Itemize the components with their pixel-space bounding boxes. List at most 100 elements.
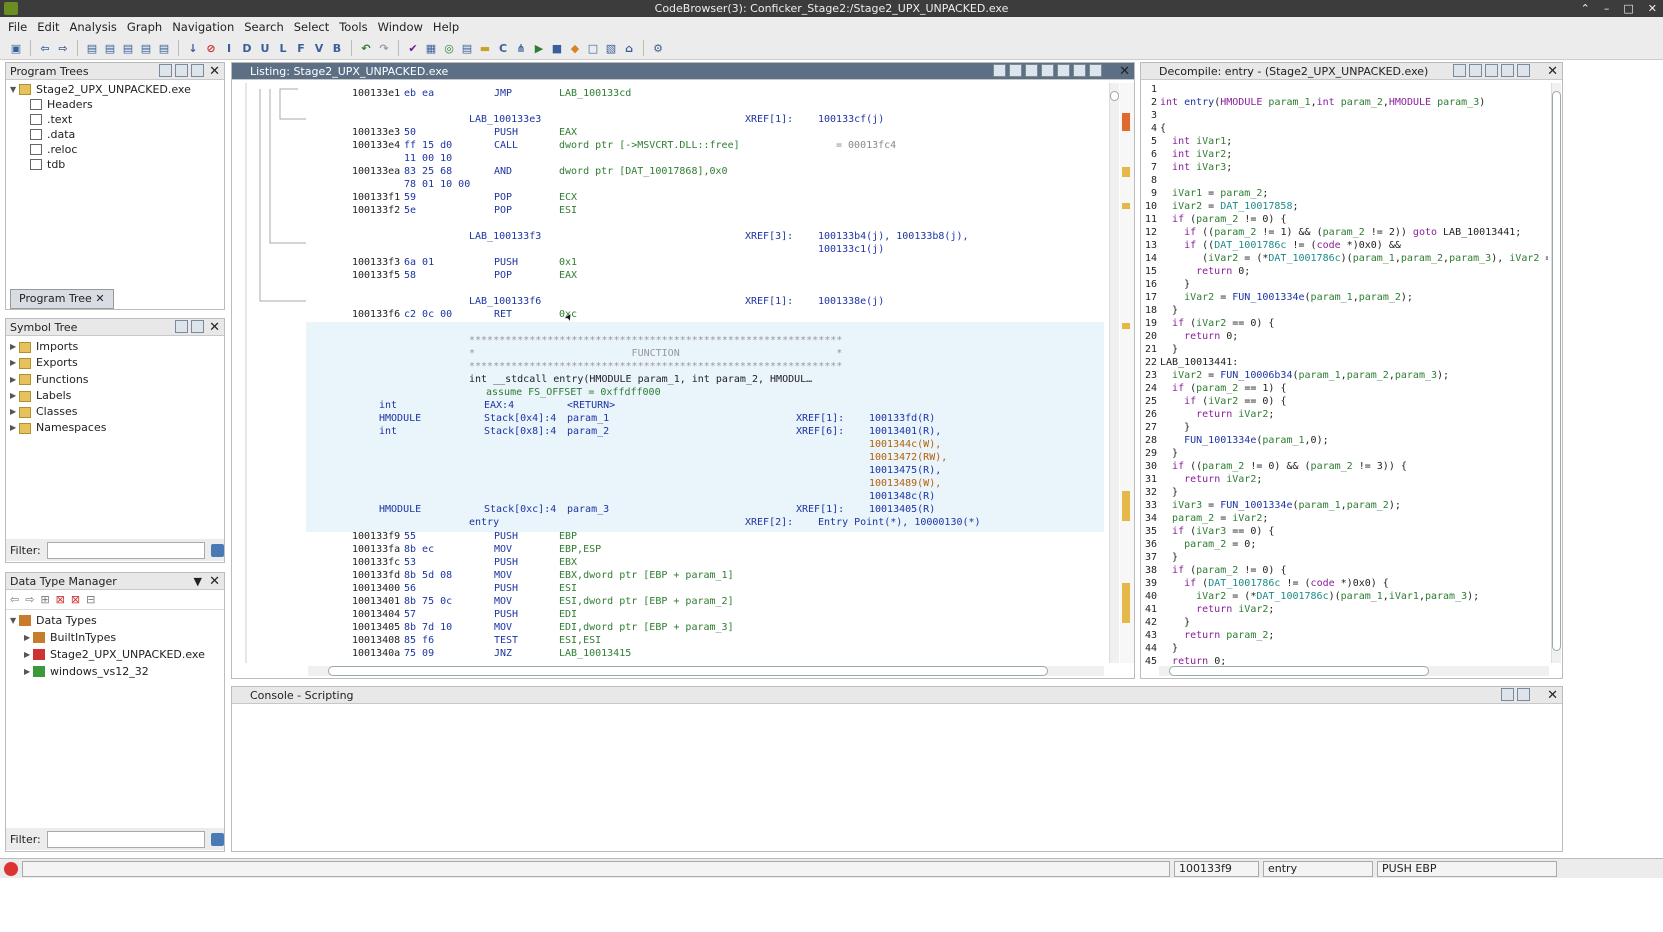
snapshot-icon[interactable] — [191, 320, 204, 333]
edit-fields-icon[interactable] — [1041, 64, 1054, 77]
decompiled-code-line[interactable]: } — [1160, 344, 1178, 355]
decompiled-code-line[interactable]: } — [1160, 448, 1178, 459]
decompiled-code-line[interactable]: param_2 = 0; — [1160, 539, 1256, 550]
snapshot-icon[interactable] — [1517, 64, 1530, 77]
tree-item-text[interactable]: .text — [10, 112, 220, 127]
decompiled-code-line[interactable]: iVar2 = FUN_10006b34(param_1,param_2,par… — [1160, 370, 1449, 381]
instruction-operand[interactable]: EBP,ESP — [559, 543, 601, 556]
menu-search[interactable]: Search — [244, 20, 284, 34]
close-icon[interactable]: ✕ — [209, 573, 220, 590]
folder-icon[interactable]: ▬ — [477, 40, 493, 56]
decompiled-code-line[interactable]: (iVar2 = (*DAT_1001786c)(param_1,param_2… — [1160, 253, 1548, 264]
scroll-up-icon[interactable] — [1110, 91, 1119, 101]
instruction-operand[interactable]: EBX,dword ptr [EBP + param_1] — [559, 569, 734, 582]
instruction-operand[interactable]: ESI,dword ptr [EBP + param_2] — [559, 595, 734, 608]
error-status-icon[interactable] — [4, 862, 18, 876]
undefined-icon[interactable]: U — [257, 40, 273, 56]
xref-value[interactable]: 10013401(R), — [869, 425, 941, 438]
copy-icon[interactable] — [1485, 64, 1498, 77]
close-icon[interactable]: ✕ — [1547, 63, 1558, 80]
xref-value[interactable]: 1001344c(W), — [869, 438, 941, 451]
decompiled-code-line[interactable]: iVar2 = (*DAT_1001786c)(param_1,iVar1,pa… — [1160, 591, 1479, 602]
symbol-filter-input[interactable] — [46, 541, 206, 559]
function-entry-label[interactable]: entry — [469, 516, 499, 529]
paste-icon[interactable] — [1009, 64, 1022, 77]
instruction-operand[interactable]: ESI — [559, 582, 577, 595]
terminal-icon[interactable]: ■ — [549, 40, 565, 56]
instruction-operand[interactable]: EBX — [559, 556, 577, 569]
snapshot-icon[interactable]: ▧ — [603, 40, 619, 56]
instruction-operand[interactable]: EBP — [559, 530, 577, 543]
back-icon[interactable]: ⇦ — [10, 593, 19, 606]
filter-icon[interactable]: ⊠ — [71, 593, 80, 606]
decompiled-code-line[interactable]: } — [1160, 422, 1190, 433]
function-icon[interactable]: F — [293, 40, 309, 56]
window-icon[interactable]: □ — [585, 40, 601, 56]
listing-vscroll[interactable] — [1109, 83, 1119, 663]
decompiled-code-line[interactable]: } — [1160, 487, 1178, 498]
decompiled-code-line[interactable]: int iVar1; — [1160, 136, 1232, 147]
snapshot-icon[interactable] — [191, 64, 204, 77]
xref-value[interactable]: 10013472(RW), — [869, 451, 947, 464]
stop-icon[interactable]: ⊘ — [203, 40, 219, 56]
data-icon[interactable]: D — [239, 40, 255, 56]
decompiled-code-line[interactable]: } — [1160, 617, 1190, 628]
xref-label[interactable]: XREF[1]: — [796, 412, 844, 425]
xref-value[interactable]: 10013489(W), — [869, 477, 941, 490]
decompiled-code-line[interactable]: LAB_10013441: — [1160, 357, 1238, 368]
close-icon[interactable]: ✕ — [1119, 63, 1130, 80]
decompiled-code-line[interactable]: iVar3 = FUN_1001334e(param_1,param_2); — [1160, 500, 1401, 511]
expand-icon[interactable]: ⊞ — [40, 593, 49, 606]
instruction-operand[interactable]: 0x1 — [559, 256, 577, 269]
menu-tools[interactable]: Tools — [339, 20, 367, 34]
memory-icon[interactable]: ▦ — [423, 40, 439, 56]
script-icon[interactable]: ◎ — [441, 40, 457, 56]
refresh-icon[interactable] — [1453, 64, 1466, 77]
symbol-item-classes[interactable]: ▶ Classes — [10, 404, 220, 420]
instruction-operand[interactable]: dword ptr [DAT_10017868],0x0 — [559, 165, 728, 178]
value-icon[interactable]: V — [311, 40, 327, 56]
decompiled-code-line[interactable]: if (param_2 != 0) { — [1160, 565, 1286, 576]
save-icon[interactable]: ▣ — [8, 40, 24, 56]
decompiled-code-line[interactable]: if ((param_2 != 0) && (param_2 != 3)) { — [1160, 461, 1407, 472]
tree-item-tdb[interactable]: tdb — [10, 157, 220, 172]
code-label[interactable]: LAB_100133f6 — [469, 295, 541, 308]
decompiled-code-line[interactable]: return iVar2; — [1160, 604, 1274, 615]
collapse-icon[interactable]: ⊟ — [86, 593, 95, 606]
decompiled-code-line[interactable]: if ((param_2 != 1) && (param_2 != 2)) go… — [1160, 227, 1521, 238]
decompile-icon[interactable]: C — [495, 40, 511, 56]
forward-icon[interactable]: ⇨ — [25, 593, 34, 606]
bookmark-icon[interactable]: ▤ — [156, 40, 172, 56]
instruction-icon[interactable]: I — [221, 40, 237, 56]
xref-label[interactable]: XREF[2]: — [745, 516, 793, 529]
tree-icon[interactable]: ⌂ — [621, 40, 637, 56]
tab-program-tree[interactable]: Program Tree ✕ — [10, 289, 114, 309]
filter-icon[interactable]: ⊠ — [56, 593, 65, 606]
graph-icon[interactable]: ⋔ — [513, 40, 529, 56]
console-output[interactable] — [232, 705, 1562, 851]
menu-navigation[interactable]: Navigation — [172, 20, 234, 34]
symbol-item-namespaces[interactable]: ▶ Namespaces — [10, 420, 220, 436]
decompiled-code-line[interactable]: return 0; — [1160, 331, 1238, 342]
run-icon[interactable]: ▶ — [531, 40, 547, 56]
export-icon[interactable] — [1501, 64, 1514, 77]
instruction-operand[interactable]: LAB_100133cd — [559, 87, 631, 100]
decompiled-code-line[interactable]: iVar1 = param_2; — [1160, 188, 1268, 199]
instruction-operand[interactable]: dword ptr [->MSVCRT.DLL::free] — [559, 139, 740, 152]
menu-select[interactable]: Select — [294, 20, 329, 34]
label-icon[interactable]: L — [275, 40, 291, 56]
snapshot-icon[interactable] — [1073, 64, 1086, 77]
decompiled-code-line[interactable]: if ((DAT_1001786c != (code *)0x0) && — [1160, 240, 1401, 251]
code-label[interactable]: LAB_100133e3 — [469, 113, 541, 126]
diff-icon[interactable] — [1057, 64, 1070, 77]
code-label[interactable]: LAB_100133f3 — [469, 230, 541, 243]
decompiled-code-line[interactable]: iVar2 = DAT_10017858; — [1160, 201, 1298, 212]
tree-item-root[interactable]: ▼ Stage2_UPX_UNPACKED.exe — [10, 82, 220, 97]
menu-graph[interactable]: Graph — [127, 20, 162, 34]
instruction-operand[interactable]: ECX — [559, 191, 577, 204]
xref-label[interactable]: XREF[1]: — [745, 295, 793, 308]
forward-icon[interactable]: ⇨ — [55, 40, 71, 56]
xref-values[interactable]: 100133b4(j), 100133b8(j), — [818, 230, 969, 243]
menu-edit[interactable]: Edit — [37, 20, 59, 34]
menu-analysis[interactable]: Analysis — [70, 20, 117, 34]
